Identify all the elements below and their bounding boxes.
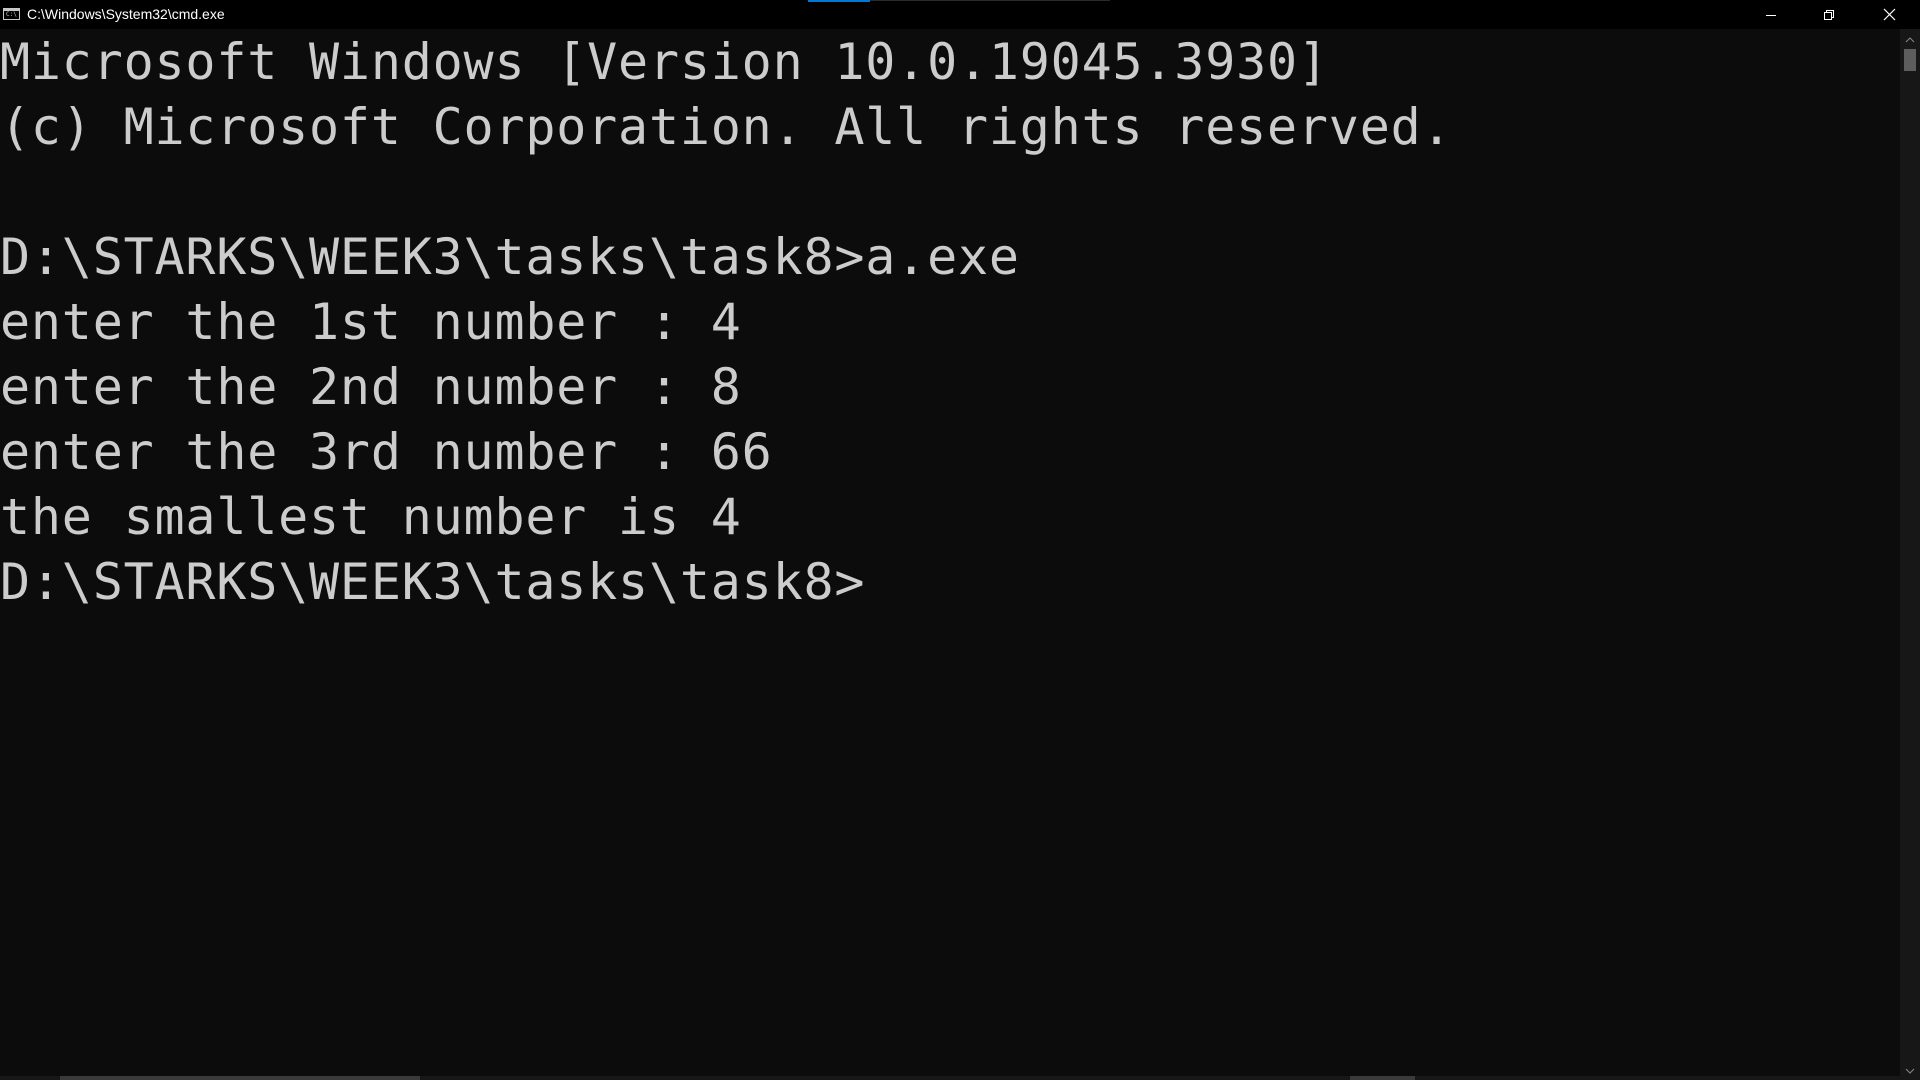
console-line: enter the 2nd number : 8 <box>0 358 742 416</box>
restore-icon <box>1824 9 1834 20</box>
horizontal-scrollbar[interactable] <box>0 1076 1900 1080</box>
console-line: enter the 3rd number : 66 <box>0 423 773 481</box>
minimize-button[interactable] <box>1742 0 1800 29</box>
window-title: C:\Windows\System32\cmd.exe <box>27 6 225 22</box>
minimize-icon <box>1766 14 1776 16</box>
cmd-icon[interactable]: C:\ <box>3 8 20 20</box>
console-line: enter the 1st number : 4 <box>0 293 742 351</box>
title-divider <box>870 0 1110 1</box>
horizontal-scrollbar-thumb[interactable] <box>60 1076 420 1080</box>
close-icon <box>1883 8 1895 21</box>
close-button[interactable] <box>1858 0 1920 29</box>
console-line: Microsoft Windows [Version 10.0.19045.39… <box>0 33 1329 91</box>
title-bar[interactable]: C:\ C:\Windows\System32\cmd.exe <box>0 0 1920 29</box>
vertical-scrollbar[interactable] <box>1900 29 1920 1080</box>
horizontal-scrollbar-segment <box>1350 1076 1415 1080</box>
chevron-down-icon <box>1905 1068 1915 1074</box>
command-prompt[interactable]: D:\STARKS\WEEK3\tasks\task8> <box>0 550 865 615</box>
chevron-up-icon <box>1905 36 1915 42</box>
scrollbar-thumb[interactable] <box>1904 49 1916 71</box>
restore-button[interactable] <box>1800 0 1858 29</box>
console-output[interactable]: Microsoft Windows [Version 10.0.19045.39… <box>0 29 1900 1080</box>
console-line: D:\STARKS\WEEK3\tasks\task8>a.exe <box>0 228 1020 286</box>
console-line: the smallest number is 4 <box>0 488 742 546</box>
title-accent-bar <box>808 0 870 2</box>
cmd-window: C:\ C:\Windows\System32\cmd.exe Microsof… <box>0 0 1920 1080</box>
console-line: (c) Microsoft Corporation. All rights re… <box>0 98 1453 156</box>
scroll-up-button[interactable] <box>1900 31 1920 47</box>
scroll-down-button[interactable] <box>1900 1063 1920 1079</box>
